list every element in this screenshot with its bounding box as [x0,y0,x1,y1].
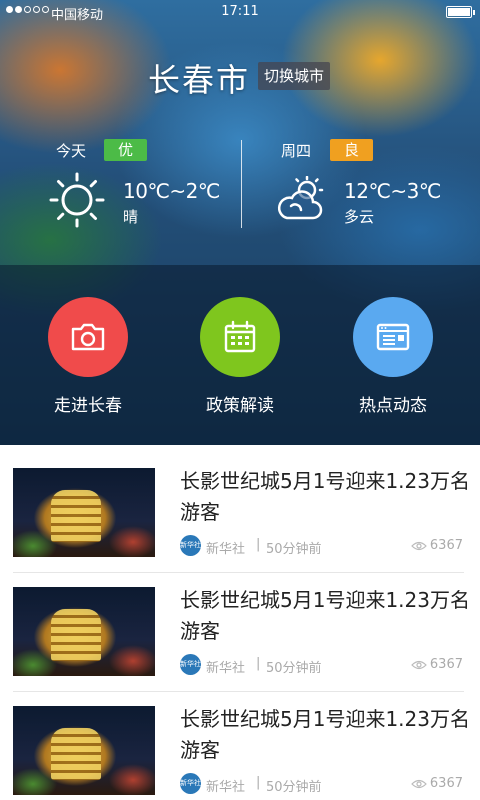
news-meta: 新华社 新华社 | 50分钟前 6367 [180,535,465,557]
thursday-temperature: 12℃~3℃ [344,179,441,203]
news-thumbnail [13,587,155,676]
today-condition: 晴 [123,208,139,226]
news-source: 新华社 [206,780,246,795]
weather-divider [241,140,242,228]
view-count: 6367 [411,538,463,553]
news-source: 新华社 [206,542,246,557]
status-time: 17:11 [221,4,259,19]
list-divider [13,572,464,573]
today-label: 今天 [56,142,87,160]
news-thumbnail [13,706,155,795]
sun-icon [49,172,105,228]
news-time: 50分钟前 [266,542,322,557]
news-meta: 新华社 新华社 | 50分钟前 6367 [180,654,465,676]
quick-link-label[interactable]: 热点动态 [323,391,463,416]
quick-link-label[interactable]: 政策解读 [170,391,310,416]
quick-link-camera-button[interactable] [48,297,128,377]
calendar-icon [224,320,256,353]
news-title[interactable]: 长影世纪城5月1号迎来1.23万名游客 [180,704,470,766]
thursday-label: 周四 [281,142,312,160]
news-title[interactable]: 长影世纪城5月1号迎来1.23万名游客 [180,585,470,647]
battery-icon [446,6,475,18]
news-meta: 新华社 新华社 | 50分钟前 6367 [180,773,465,795]
news-time: 50分钟前 [266,780,322,795]
quick-link-calendar-button[interactable] [200,297,280,377]
view-count-value: 6367 [429,657,463,672]
eye-icon [411,541,427,550]
thursday-aqi-badge: 良 [330,139,374,161]
news-time: 50分钟前 [266,661,322,676]
xinhua-logo-icon: 新华社 [180,654,201,675]
news-list-item[interactable]: 长影世纪城5月1号迎来1.23万名游客 新华社 新华社 | 50分钟前 6367 [0,693,480,800]
meta-separator: | [256,656,261,671]
news-thumbnail [13,468,155,557]
meta-separator: | [256,775,261,790]
meta-separator: | [256,537,261,552]
switch-city-button[interactable]: 切换城市 [258,62,331,90]
partly-cloudy-icon [278,176,324,220]
view-count-value: 6367 [429,538,463,553]
today-aqi-badge: 优 [104,139,148,161]
news-list-item[interactable]: 长影世纪城5月1号迎来1.23万名游客 新华社 新华社 | 50分钟前 6367 [0,455,480,574]
thursday-condition: 多云 [344,208,375,226]
quick-link-label[interactable]: 走进长春 [18,391,158,416]
news-list-item[interactable]: 长影世纪城5月1号迎来1.23万名游客 新华社 新华社 | 50分钟前 6367 [0,574,480,693]
list-divider [13,691,464,692]
eye-icon [411,660,427,669]
view-count: 6367 [411,776,463,791]
view-count-value: 6367 [429,776,463,791]
today-temperature: 10℃~2℃ [123,179,220,203]
quick-link-news-button[interactable] [353,297,433,377]
camera-icon [71,323,105,351]
city-name: 长春市 [148,61,251,99]
eye-icon [411,779,427,788]
xinhua-logo-icon: 新华社 [180,535,201,556]
xinhua-logo-icon: 新华社 [180,773,201,794]
news-title[interactable]: 长影世纪城5月1号迎来1.23万名游客 [180,466,470,528]
view-count: 6367 [411,657,463,672]
news-source: 新华社 [206,661,246,676]
status-bar: 中国移动 17:11 [0,0,480,24]
browser-window-icon [376,323,410,351]
